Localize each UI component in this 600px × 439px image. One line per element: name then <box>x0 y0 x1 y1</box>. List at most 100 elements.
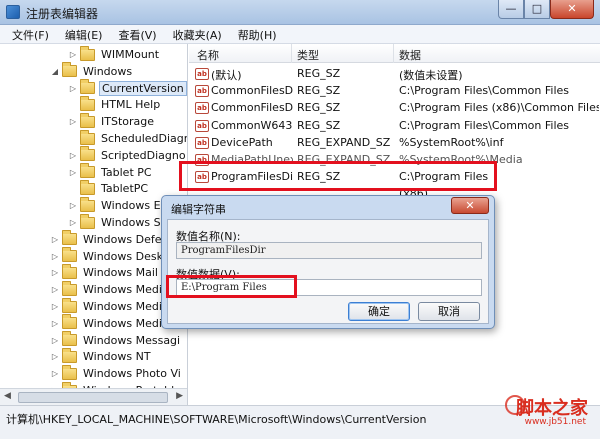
list-item[interactable]: ab ProgramFilesDir REG_SZ C:\Program Files <box>189 168 600 186</box>
menu-file[interactable]: 文件(F) <box>4 25 57 43</box>
list-item[interactable]: abCommonW643... REG_SZ C:\Program Files\Co… <box>189 117 600 135</box>
tree-item[interactable]: ▷ Windows Media <box>50 297 171 315</box>
tree-item[interactable]: ▷ Windows Media <box>50 314 171 332</box>
cell-data: C:\Program Files\Common Files <box>399 84 570 98</box>
column-header-type[interactable]: 类型 <box>297 47 319 63</box>
menu-bar: 文件(F) 编辑(E) 查看(V) 收藏夹(A) 帮助(H) <box>0 25 600 44</box>
folder-icon <box>80 163 95 179</box>
expand-arrow-icon[interactable]: ▷ <box>68 84 78 93</box>
folder-icon <box>62 230 77 246</box>
tree-item[interactable]: ◢ Windows <box>50 62 134 80</box>
list-item[interactable]: ab DevicePath REG_EXPAND_SZ %SystemRoot%\in… <box>189 134 600 152</box>
cell-name: DevicePath <box>211 135 273 149</box>
cell-type: REG_SZ <box>297 170 341 184</box>
expand-arrow-icon[interactable]: ▷ <box>50 252 60 261</box>
dialog-close-button[interactable]: ✕ <box>451 197 489 214</box>
list-item[interactable]: ab (默认) REG_SZ (数值未设置) <box>189 65 600 83</box>
tree-item[interactable]: ▷ Windows NT <box>50 347 153 365</box>
string-value-icon: ab <box>195 136 209 149</box>
registry-editor-icon <box>6 5 20 19</box>
registry-tree[interactable]: ▷ WIMMount ◢ Windows ▷ CurrentVersion HTML Hel… <box>0 44 188 405</box>
scrollbar-thumb[interactable] <box>18 392 168 403</box>
folder-icon <box>62 364 77 380</box>
cell-name: ProgramFilesDir <box>211 170 293 184</box>
string-value-icon: ab <box>195 154 209 166</box>
cell-type: REG_SZ <box>297 118 341 132</box>
expand-arrow-icon[interactable]: ▷ <box>50 285 60 294</box>
list-item[interactable]: ab CommonFilesDir REG_SZ C:\Program Files\C… <box>189 82 600 100</box>
expand-arrow-icon[interactable]: ▷ <box>68 218 78 227</box>
tree-item[interactable]: ▷ Windows Deskto <box>50 247 176 265</box>
column-separator[interactable] <box>393 44 394 63</box>
ok-button[interactable]: 确定 <box>348 302 410 321</box>
list-item[interactable]: abCommonFilesD... REG_SZ C:\Program Files … <box>189 99 600 117</box>
folder-icon <box>62 62 77 78</box>
expand-arrow-icon[interactable]: ▷ <box>68 117 78 126</box>
tree-item-label: HTML Help <box>101 98 161 112</box>
title-bar: 注册表编辑器 — □ ✕ <box>0 0 600 25</box>
expand-arrow-icon[interactable]: ◢ <box>50 67 60 76</box>
column-header-name[interactable]: 名称 <box>197 47 219 63</box>
cell-name: CommonFilesDir <box>211 84 293 98</box>
expand-arrow-icon[interactable]: ▷ <box>50 352 60 361</box>
folder-icon <box>62 347 77 363</box>
scroll-right-icon[interactable]: ▶ <box>176 391 183 401</box>
cancel-button[interactable]: 取消 <box>418 302 480 321</box>
folder-icon <box>62 280 77 296</box>
tree-item-label: WIMMount <box>101 48 160 61</box>
column-separator[interactable] <box>291 44 292 63</box>
expand-arrow-icon[interactable]: ▷ <box>68 151 78 160</box>
tree-item[interactable]: ▷ Windows Media <box>50 280 171 298</box>
window-title: 注册表编辑器 <box>26 7 99 21</box>
tree-item-label: CurrentVersion <box>99 80 187 96</box>
column-header-data[interactable]: 数据 <box>399 47 421 63</box>
expand-arrow-icon[interactable]: ▷ <box>50 336 60 345</box>
tree-item[interactable]: HTML Help <box>68 95 162 113</box>
menu-help[interactable]: 帮助(H) <box>230 25 285 43</box>
folder-icon <box>80 196 95 212</box>
expand-arrow-icon[interactable]: ▷ <box>50 369 60 378</box>
cell-type: REG_SZ <box>297 101 341 115</box>
tree-item-label: Windows NT <box>83 350 151 364</box>
tree-item[interactable]: ▷ Windows Mail <box>50 263 160 281</box>
cell-type: REG_EXPAND_SZ <box>297 153 391 166</box>
tree-item[interactable]: ScheduledDiagn <box>68 129 187 147</box>
expand-arrow-icon[interactable]: ▷ <box>68 50 78 59</box>
value-data-field[interactable]: E:\Program Files <box>176 279 482 296</box>
tree-item[interactable]: ▷ WIMMount <box>68 45 161 63</box>
expand-arrow-icon[interactable]: ▷ <box>68 168 78 177</box>
menu-edit[interactable]: 编辑(E) <box>57 25 111 43</box>
scroll-left-icon[interactable]: ◀ <box>4 391 11 401</box>
expand-arrow-icon[interactable]: ▷ <box>50 235 60 244</box>
tree-item[interactable]: ▷ Tablet PC <box>68 163 154 181</box>
folder-icon <box>80 179 95 195</box>
expand-arrow-icon[interactable]: ▷ <box>50 268 60 277</box>
folder-icon <box>62 263 77 279</box>
tree-item[interactable]: TabletPC <box>68 179 150 197</box>
tree-item-label: Tablet PC <box>101 165 152 179</box>
expand-arrow-icon[interactable]: ▷ <box>68 201 78 210</box>
list-item[interactable]: abMediaPathUnex... REG_EXPAND_SZ %SystemRo… <box>189 151 600 169</box>
string-value-icon: ab <box>195 68 209 80</box>
tree-item[interactable]: ▷ ITStorage <box>68 112 156 130</box>
tree-item-label: ScriptedDiagno <box>101 148 186 162</box>
value-name-field[interactable]: ProgramFilesDir <box>176 242 482 259</box>
tree-item[interactable]: ▷ CurrentVersion <box>68 79 187 97</box>
menu-favorites[interactable]: 收藏夹(A) <box>165 25 230 43</box>
tree-item-label: Windows Media <box>83 316 169 330</box>
close-button[interactable]: ✕ <box>550 0 594 19</box>
tree-item[interactable]: ▷ Windows Defend <box>50 230 177 248</box>
tree-item[interactable]: ▷ Windows Sea <box>68 213 176 231</box>
maximize-button[interactable]: □ <box>524 0 550 19</box>
tree-item[interactable]: ▷ Windows Messagi <box>50 331 182 349</box>
tree-item-label: Windows Media <box>83 300 169 313</box>
expand-arrow-icon[interactable]: ▷ <box>50 302 60 311</box>
expand-arrow-icon[interactable]: ▷ <box>50 319 60 328</box>
cell-data: C:\Program Files\Common Files <box>399 118 570 132</box>
tree-item[interactable]: ▷ Windows Photo Vi <box>50 364 183 382</box>
tree-item[interactable]: ▷ ScriptedDiagno <box>68 146 187 164</box>
folder-icon <box>80 146 95 162</box>
tree-horizontal-scrollbar[interactable]: ◀ ▶ <box>0 388 187 405</box>
minimize-button[interactable]: — <box>498 0 524 19</box>
menu-view[interactable]: 查看(V) <box>110 25 164 43</box>
